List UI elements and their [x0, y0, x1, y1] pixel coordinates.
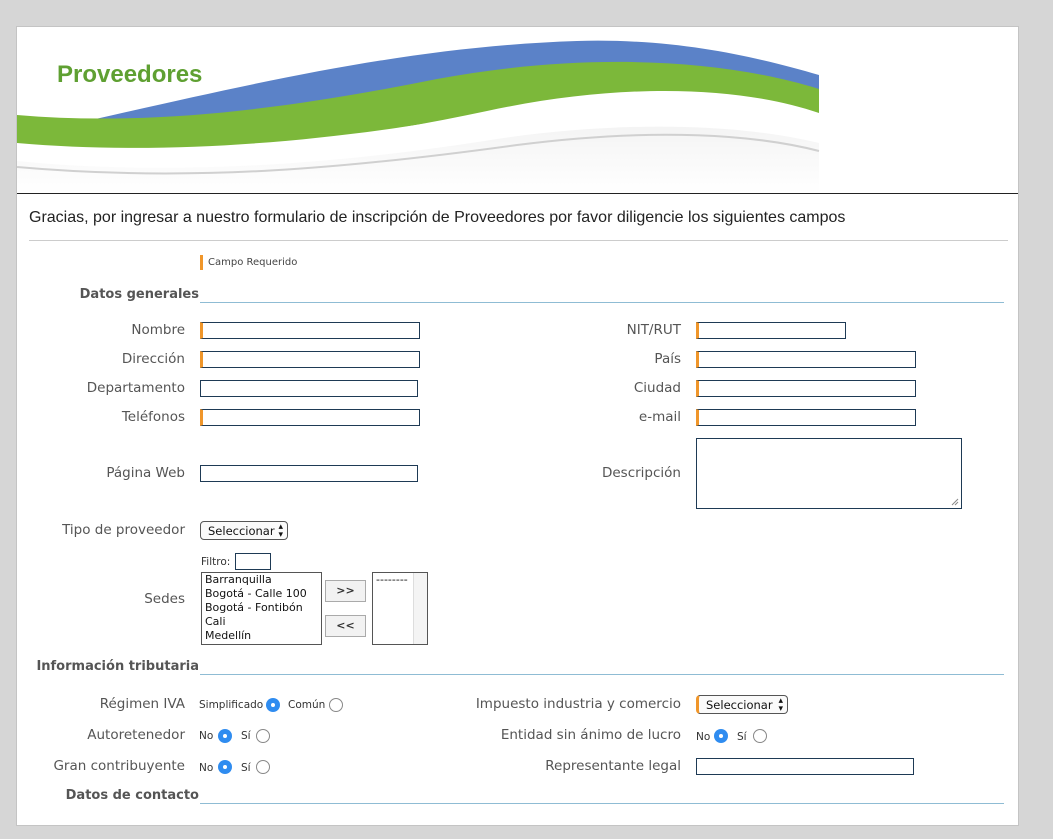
direccion-input[interactable] — [200, 351, 420, 368]
regimen-comun-radio[interactable] — [329, 698, 343, 712]
sedes-selected-list[interactable]: -------- — [372, 572, 428, 645]
select-arrows-icon: ▴ ▾ — [778, 696, 783, 714]
add-sede-button[interactable]: >> — [325, 580, 366, 602]
autoretenedor-si-label: Sí — [241, 730, 251, 742]
section-datos-contacto: Datos de contacto — [17, 788, 1018, 808]
autoretenedor-si-radio[interactable] — [256, 729, 270, 743]
section-informacion-tributaria: Información tributaria — [17, 659, 1018, 679]
section-rule — [200, 803, 1004, 804]
section-title: Datos de contacto — [65, 788, 199, 803]
impuesto-ic-select[interactable]: Seleccionar ▴ ▾ — [696, 695, 788, 714]
telefonos-input[interactable] — [200, 409, 420, 426]
intro-text: Gracias, por ingresar a nuestro formular… — [29, 209, 846, 226]
regimen-simplificado-label: Simplificado — [199, 699, 264, 711]
entidad-sin-animo-label: Entidad sin ánimo de lucro — [500, 727, 681, 743]
nombre-label: Nombre — [131, 322, 185, 338]
regimen-simplificado-radio[interactable] — [266, 698, 280, 712]
nombre-input[interactable] — [200, 322, 420, 339]
list-item[interactable]: Barranquilla — [202, 573, 321, 587]
intro-divider — [29, 240, 1008, 241]
autoretenedor-no-radio[interactable] — [218, 729, 232, 743]
list-item[interactable]: Cali — [202, 615, 321, 629]
select-arrows-icon: ▴ ▾ — [278, 522, 283, 540]
departamento-label: Departamento — [86, 380, 185, 396]
tipo-proveedor-value: Seleccionar — [208, 524, 275, 538]
departamento-input[interactable] — [200, 380, 418, 397]
section-rule — [200, 302, 1004, 303]
representante-legal-label: Representante legal — [545, 758, 681, 774]
sedes-available-list[interactable]: Barranquilla Bogotá - Calle 100 Bogotá -… — [201, 572, 322, 645]
email-input[interactable] — [696, 409, 916, 426]
nit-input[interactable] — [696, 322, 846, 339]
tipo-proveedor-select[interactable]: Seleccionar ▴ ▾ — [200, 521, 288, 540]
section-title: Información tributaria — [36, 659, 199, 674]
resize-handle-icon[interactable] — [951, 498, 959, 506]
nit-label: NIT/RUT — [626, 322, 681, 338]
pagina-web-input[interactable] — [200, 465, 418, 482]
remove-sede-button[interactable]: << — [325, 615, 366, 637]
header-divider — [17, 193, 1018, 194]
ciudad-input[interactable] — [696, 380, 916, 397]
regimen-iva-label: Régimen IVA — [99, 696, 185, 712]
autoretenedor-no-label: No — [199, 730, 214, 742]
sedes-label: Sedes — [144, 591, 185, 607]
list-item[interactable]: Medellín — [202, 629, 321, 643]
gran-no-label: No — [199, 762, 214, 774]
entidad-no-radio[interactable] — [714, 729, 728, 743]
representante-legal-input[interactable] — [696, 758, 914, 775]
pais-input[interactable] — [696, 351, 916, 368]
impuesto-ic-value: Seleccionar — [706, 698, 773, 712]
ciudad-label: Ciudad — [633, 380, 681, 396]
page-title: Proveedores — [57, 61, 203, 88]
header-banner: Proveedores — [17, 27, 1018, 193]
list-item[interactable]: Bogotá - Fontibón — [202, 601, 321, 615]
entidad-no-label: No — [696, 731, 711, 743]
descripcion-textarea[interactable] — [696, 438, 962, 509]
scrollbar[interactable] — [413, 573, 427, 644]
impuesto-ic-label: Impuesto industria y comercio — [475, 696, 681, 712]
entidad-si-label: Sí — [737, 731, 747, 743]
gran-no-radio[interactable] — [218, 760, 232, 774]
banner-swoosh-graphic — [17, 40, 820, 193]
section-rule — [200, 674, 1004, 675]
section-title: Datos generales — [79, 287, 199, 302]
descripcion-label: Descripción — [601, 465, 681, 481]
list-item[interactable]: Bogotá - Calle 100 — [202, 587, 321, 601]
tipo-proveedor-label: Tipo de proveedor — [62, 522, 185, 538]
gran-contribuyente-label: Gran contribuyente — [53, 758, 185, 774]
email-label: e-mail — [638, 409, 681, 425]
page-frame: Proveedores Gracias, por ingresar a nues… — [16, 26, 1019, 826]
gran-si-label: Sí — [241, 762, 251, 774]
filtro-label: Filtro: — [201, 556, 231, 568]
required-legend: Campo Requerido — [200, 255, 297, 270]
telefonos-label: Teléfonos — [121, 409, 185, 425]
direccion-label: Dirección — [121, 351, 185, 367]
autoretenedor-label: Autoretenedor — [87, 727, 185, 743]
filtro-input[interactable] — [235, 553, 271, 570]
section-datos-generales: Datos generales — [17, 287, 1018, 307]
regimen-comun-label: Común — [288, 699, 326, 711]
gran-si-radio[interactable] — [256, 760, 270, 774]
pais-label: País — [654, 351, 681, 367]
pagina-web-label: Página Web — [106, 465, 185, 481]
entidad-si-radio[interactable] — [753, 729, 767, 743]
